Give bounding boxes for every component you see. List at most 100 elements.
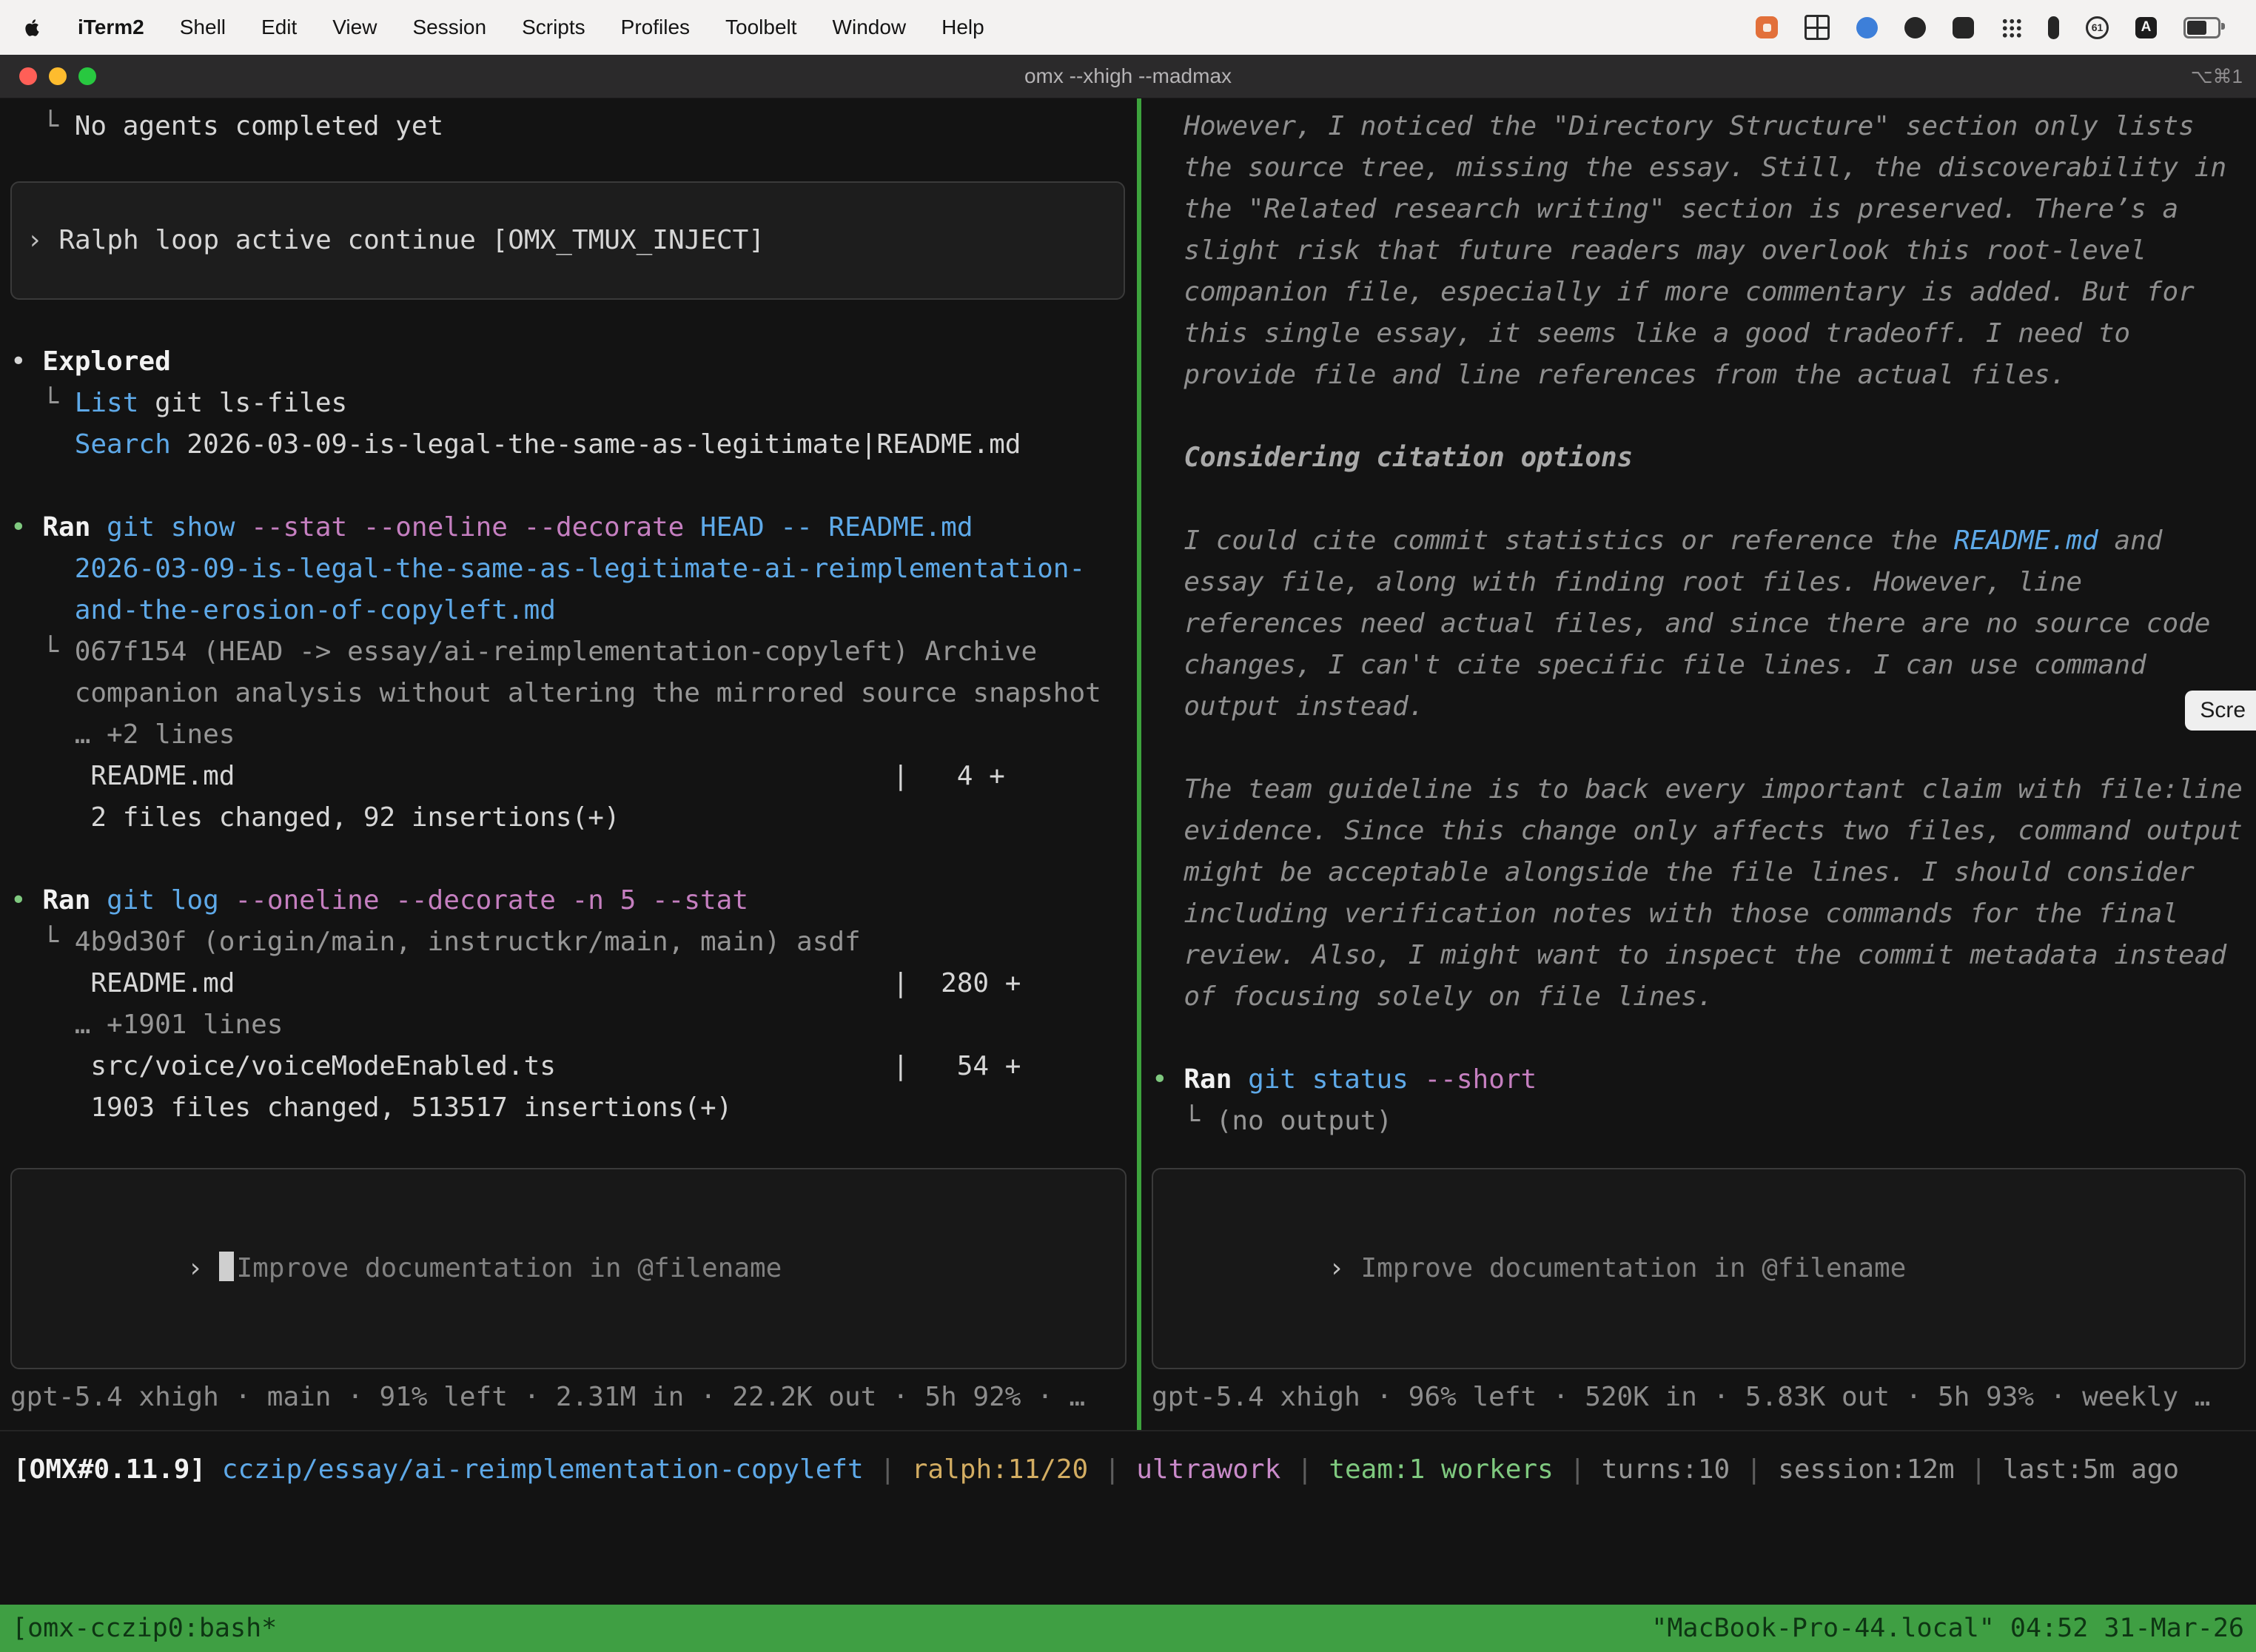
titlebar[interactable]: omx --xhigh --madmax ⌥⌘1 — [0, 55, 2256, 98]
tmux-status-bar: [omx-cczip0:bash* "MacBook-Pro-44.local"… — [0, 1605, 2256, 1652]
screen: iTerm2ShellEditViewSessionScriptsProfile… — [0, 0, 2256, 1652]
menubar: iTerm2ShellEditViewSessionScriptsProfile… — [0, 0, 2256, 55]
terminal-line: including verification notes with those … — [1152, 893, 2246, 935]
terminal-line: 2 files changed, 92 insertions(+) — [10, 797, 1127, 839]
apple-menu-icon[interactable] — [22, 16, 42, 39]
terminal-line: └ 4b9d30f (origin/main, instructkr/main,… — [10, 921, 1127, 963]
terminal-line: changes, I can't cite specific file line… — [1152, 645, 2246, 686]
terminal-line: • Ran git show --stat --oneline --decora… — [10, 507, 1127, 548]
terminal-line: this single essay, it seems like a good … — [1152, 313, 2246, 355]
window-shortcut-badge: ⌥⌘1 — [2191, 65, 2243, 88]
terminal-line: the source tree, missing the essay. Stil… — [1152, 147, 2246, 189]
omx-status-line: [OMX#0.11.9] cczip/essay/ai-reimplementa… — [13, 1449, 2243, 1491]
prompt-placeholder: Improve documentation in @filename — [236, 1253, 782, 1283]
right-pane-lines: However, I noticed the "Directory Struct… — [1141, 106, 2256, 1168]
terminal-line: 2026-03-09-is-legal-the-same-as-legitima… — [10, 548, 1127, 590]
dark-app-icon-1[interactable] — [1904, 17, 1926, 38]
menu-profiles[interactable]: Profiles — [603, 16, 708, 39]
terminal-line: • Ran git status --short — [1152, 1059, 2246, 1101]
terminal: └ No agents completed yet › Ralph loop ac… — [0, 98, 2256, 1605]
left-pane[interactable]: └ No agents completed yet › Ralph loop ac… — [0, 98, 1137, 1430]
terminal-line: However, I noticed the "Directory Struct… — [1152, 106, 2246, 147]
menu-iterm2[interactable]: iTerm2 — [60, 16, 162, 39]
terminal-line: companion file, especially if more comme… — [1152, 272, 2246, 313]
right-prompt-input[interactable]: › Improve documentation in @filename — [1152, 1168, 2246, 1369]
inject-banner: › Ralph loop active continue [OMX_TMUX_I… — [10, 181, 1125, 300]
traffic-lights — [19, 55, 96, 98]
left-prompt-input[interactable]: › Improve documentation in @filename — [10, 1168, 1127, 1369]
dark-app-icon-2[interactable] — [1953, 17, 1974, 38]
terminal-line: review. Also, I might want to inspect th… — [1152, 935, 2246, 976]
menubar-menus: iTerm2ShellEditViewSessionScriptsProfile… — [60, 16, 1002, 39]
terminal-line: … +2 lines — [10, 714, 1127, 756]
window-title: omx --xhigh --madmax — [1024, 64, 1232, 88]
terminal-line: └ (no output) — [1152, 1101, 2246, 1142]
menubar-status-icons: 61 A — [1756, 15, 2234, 40]
terminal-line: might be acceptable alongside the file l… — [1152, 852, 2246, 893]
close-button[interactable] — [19, 67, 37, 85]
terminal-line: provide file and line references from th… — [1152, 355, 2246, 396]
terminal-line: references need actual files, and since … — [1152, 603, 2246, 645]
screen-recording-indicator[interactable] — [1756, 16, 1778, 38]
menu-scripts[interactable]: Scripts — [504, 16, 603, 39]
terminal-line: Considering citation options — [1152, 437, 2246, 479]
zoom-button[interactable] — [78, 67, 96, 85]
menu-window[interactable]: Window — [815, 16, 924, 39]
terminal-line — [10, 466, 1127, 507]
terminal-line: • Ran git log --oneline --decorate -n 5 … — [10, 880, 1127, 921]
screen-overlay-chip[interactable]: Scre — [2185, 691, 2256, 731]
menu-session[interactable]: Session — [395, 16, 504, 39]
terminal-line — [1152, 479, 2246, 520]
terminal-line: output instead. — [1152, 686, 2246, 728]
left-pane-lines: └ No agents completed yet › Ralph loop ac… — [0, 106, 1137, 1168]
menu-toolbelt[interactable]: Toolbelt — [708, 16, 815, 39]
right-pane[interactable]: However, I noticed the "Directory Struct… — [1141, 98, 2256, 1430]
terminal-line: I could cite commit statistics or refere… — [1152, 520, 2246, 562]
prompt-chevron-icon: › — [187, 1253, 204, 1283]
minimize-button[interactable] — [49, 67, 67, 85]
left-pane-statusline: gpt-5.4 xhigh · main · 91% left · 2.31M … — [0, 1377, 1137, 1418]
battery-icon[interactable] — [2183, 17, 2220, 38]
terminal-line: evidence. Since this change only affects… — [1152, 810, 2246, 852]
terminal-line: essay file, along with finding root file… — [1152, 562, 2246, 603]
omx-status-area: [OMX#0.11.9] cczip/essay/ai-reimplementa… — [0, 1430, 2256, 1605]
key-icon[interactable] — [2048, 16, 2059, 39]
dots-grid-icon[interactable] — [2001, 17, 2021, 38]
terminal-line: └ List git ls-files — [10, 383, 1127, 424]
grid-icon[interactable] — [1805, 15, 1830, 40]
terminal-line — [1152, 396, 2246, 437]
terminal-line: slight risk that future readers may over… — [1152, 230, 2246, 272]
menu-edit[interactable]: Edit — [244, 16, 315, 39]
text-cursor — [219, 1252, 234, 1281]
terminal-line — [10, 1129, 1127, 1168]
terminal-line: • Explored — [10, 341, 1127, 383]
panes-row: └ No agents completed yet › Ralph loop ac… — [0, 98, 2256, 1430]
prompt-placeholder: Improve documentation in @filename — [1360, 1253, 1906, 1283]
terminal-line — [1152, 1142, 2246, 1168]
prompt-chevron-icon: › — [1329, 1253, 1345, 1283]
gauge-icon[interactable]: 61 — [2086, 16, 2109, 39]
terminal-line: └ No agents completed yet — [10, 106, 1127, 147]
terminal-line: The team guideline is to back every impo… — [1152, 769, 2246, 810]
terminal-line: Search 2026-03-09-is-legal-the-same-as-l… — [10, 424, 1127, 466]
menu-view[interactable]: View — [315, 16, 395, 39]
terminal-line: of focusing solely on file lines. — [1152, 976, 2246, 1018]
terminal-line: … +1901 lines — [10, 1004, 1127, 1046]
right-pane-statusline: gpt-5.4 xhigh · 96% left · 520K in · 5.8… — [1141, 1377, 2256, 1418]
terminal-line: companion analysis without altering the … — [10, 673, 1127, 714]
terminal-line: 1903 files changed, 513517 insertions(+) — [10, 1087, 1127, 1129]
terminal-line: README.md | 4 + — [10, 756, 1127, 797]
terminal-line: └ 067f154 (HEAD -> essay/ai-reimplementa… — [10, 631, 1127, 673]
menu-help[interactable]: Help — [924, 16, 1002, 39]
terminal-line: src/voice/voiceModeEnabled.ts | 54 + — [10, 1046, 1127, 1087]
terminal-line: README.md | 280 + — [10, 963, 1127, 1004]
terminal-line — [1152, 1018, 2246, 1059]
tmux-session-window[interactable]: [omx-cczip0:bash* — [12, 1614, 277, 1643]
terminal-line — [10, 839, 1127, 880]
input-source-icon[interactable]: A — [2135, 17, 2157, 38]
menu-shell[interactable]: Shell — [162, 16, 244, 39]
terminal-line: and-the-erosion-of-copyleft.md — [10, 590, 1127, 631]
terminal-line — [1152, 728, 2246, 769]
tmux-host-time: "MacBook-Pro-44.local" 04:52 31-Mar-26 — [1651, 1614, 2244, 1643]
blue-app-icon[interactable] — [1856, 17, 1878, 38]
